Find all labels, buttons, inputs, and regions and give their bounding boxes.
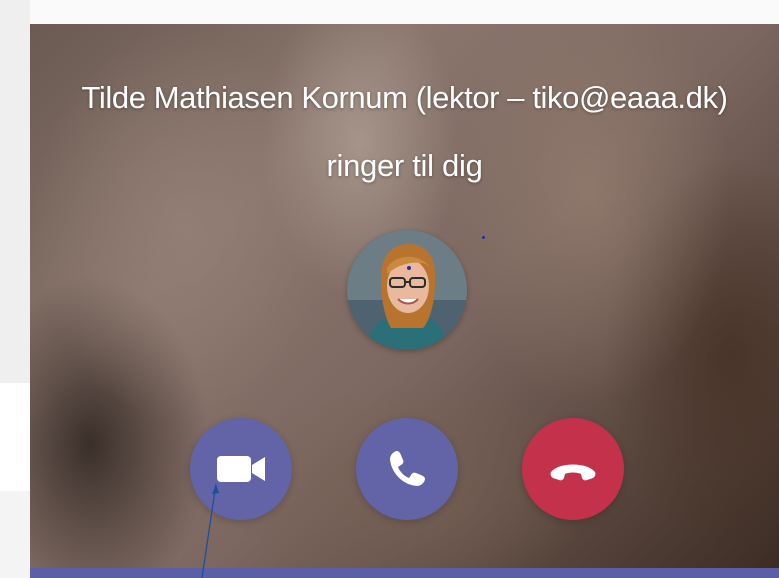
decline-call-button[interactable] <box>522 418 624 520</box>
top-strip <box>0 0 779 24</box>
caller-avatar <box>347 230 467 350</box>
call-status: ringer til dig <box>326 148 483 183</box>
accept-audio-button[interactable] <box>356 418 458 520</box>
caller-photo <box>347 230 467 350</box>
background-panel <box>0 0 30 578</box>
incoming-call-card: Tilde Mathiasen Kornum (lektor – tiko@ea… <box>30 24 779 578</box>
phone-icon <box>390 451 425 486</box>
video-camera-icon <box>217 456 265 482</box>
bottom-accent-bar <box>30 568 779 578</box>
incoming-call-screen: Tilde Mathiasen Kornum (lektor – tiko@ea… <box>0 0 779 578</box>
hang-up-icon <box>550 464 596 481</box>
caller-name: Tilde Mathiasen Kornum (lektor – tiko@ea… <box>81 80 728 115</box>
accept-video-button[interactable] <box>190 418 292 520</box>
cursor-dot <box>482 236 485 239</box>
cursor-dot <box>407 266 411 270</box>
